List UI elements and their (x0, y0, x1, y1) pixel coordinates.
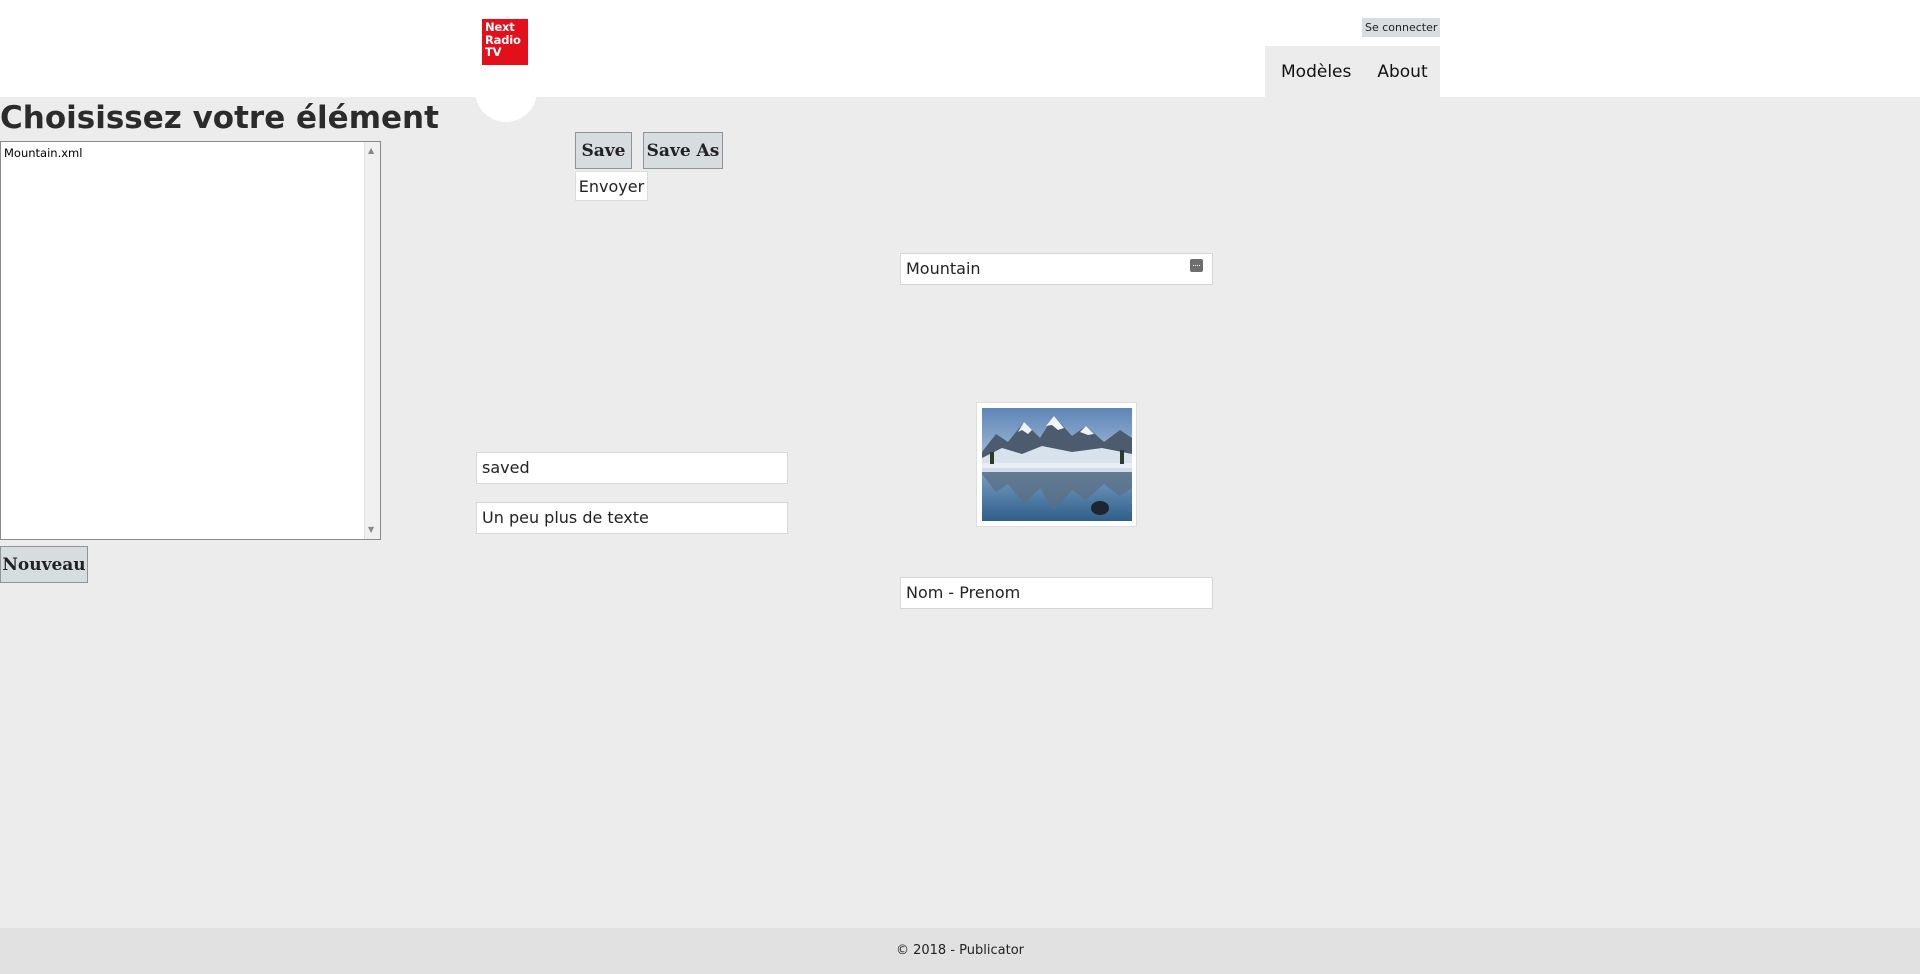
next-radio-tv-logo[interactable]: Next Radio TV (482, 19, 528, 65)
page-footer: © 2018 - Publicator (0, 928, 1920, 974)
save-as-button[interactable]: Save As (643, 132, 723, 169)
logo-bubble-decoration (475, 90, 537, 122)
keyboard-icon[interactable] (1190, 259, 1203, 272)
page-title: Choisissez votre élément (0, 100, 439, 136)
text-field[interactable]: Un peu plus de texte (476, 502, 788, 534)
status-field[interactable]: saved (476, 452, 788, 484)
new-button[interactable]: Nouveau (0, 546, 88, 583)
copyright-text: © 2018 - Publicator (895, 943, 1024, 958)
login-button[interactable]: Se connecter (1362, 18, 1441, 37)
mountain-lake-image (982, 408, 1132, 521)
name-field[interactable]: Nom - Prenom (900, 577, 1213, 609)
file-list-scrollbar[interactable]: ▲ ▼ (364, 142, 380, 539)
save-button[interactable]: Save (575, 132, 632, 169)
nav-item-modeles[interactable]: Modèles (1281, 62, 1351, 82)
scroll-up-icon[interactable]: ▲ (368, 147, 374, 155)
main-nav: Modèles About (1265, 46, 1440, 97)
scroll-down-icon[interactable]: ▼ (368, 526, 374, 534)
nav-item-about[interactable]: About (1377, 62, 1427, 82)
title-field[interactable]: Mountain (900, 253, 1213, 285)
send-button[interactable]: Envoyer (575, 171, 648, 201)
file-list-item[interactable]: Mountain.xml (4, 146, 82, 160)
file-list[interactable]: Mountain.xml ▲ ▼ (0, 141, 381, 540)
mountain-image-frame[interactable] (976, 402, 1137, 527)
page-header: Next Radio TV Se connecter Modèles About (0, 0, 1920, 97)
